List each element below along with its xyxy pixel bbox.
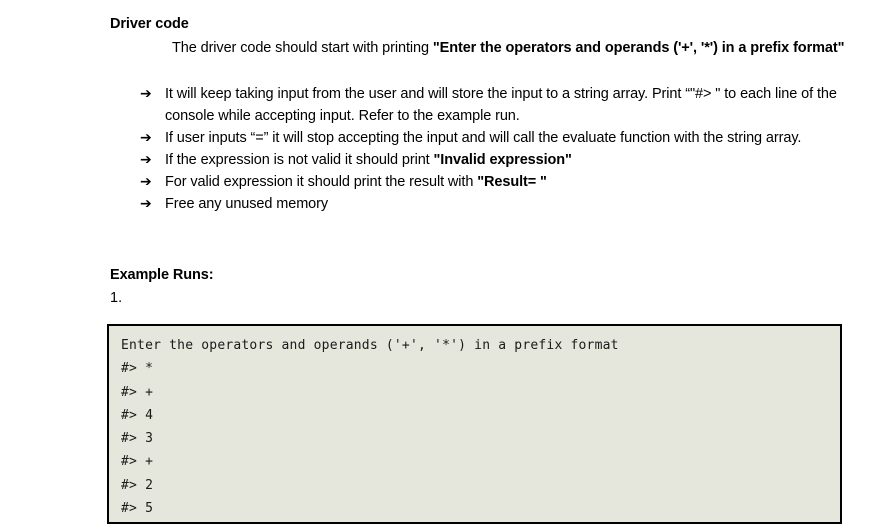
list-item-text-before: If user inputs “=” it will stop acceptin…: [165, 130, 802, 146]
list-item-text-before: Free any unused memory: [165, 196, 329, 212]
list-item: ➔ If user inputs “=” it will stop accept…: [110, 127, 862, 149]
list-item-text: It will keep taking input from the user …: [165, 83, 862, 127]
console-line: #> +: [121, 384, 154, 400]
list-item-text: For valid expression it should print the…: [165, 171, 862, 193]
list-item-text-before: For valid expression it should print the…: [165, 174, 478, 190]
console-line: #> 3: [121, 431, 154, 447]
intro-bold-quote: "Enter the operators and operands ('+', …: [432, 40, 845, 56]
list-item-bold: "Result= ": [477, 174, 547, 190]
console-line: #> 5: [121, 501, 154, 517]
console-line: #> 4: [121, 407, 154, 423]
page-title: Driver code: [110, 16, 189, 32]
console-line: #> *: [121, 361, 154, 377]
examples-heading: Example Runs:: [110, 267, 214, 283]
console-line: Enter the operators and operands ('+', '…: [121, 338, 619, 353]
list-item: ➔ It will keep taking input from the use…: [110, 83, 862, 127]
arrow-right-icon: ➔: [140, 152, 152, 168]
list-item-bold: "Invalid expression": [433, 152, 572, 168]
list-item: ➔ For valid expression it should print t…: [110, 171, 862, 193]
console-output-box: Enter the operators and operands ('+', '…: [107, 324, 842, 524]
intro-lead-text: The driver code should start with printi…: [172, 40, 433, 56]
intro-paragraph: The driver code should start with printi…: [110, 37, 862, 59]
list-item-text: Free any unused memory: [165, 193, 862, 215]
example-number: 1.: [110, 290, 123, 306]
console-line: #> +: [121, 454, 154, 470]
arrow-right-icon: ➔: [140, 196, 152, 212]
list-item: ➔ Free any unused memory: [110, 193, 862, 215]
list-item-text: If user inputs “=” it will stop acceptin…: [165, 127, 862, 149]
arrow-right-icon: ➔: [140, 86, 152, 102]
document-page: Driver code The driver code should start…: [0, 0, 884, 532]
console-line: #> 2: [121, 477, 154, 493]
arrow-right-icon: ➔: [140, 130, 152, 146]
arrow-right-icon: ➔: [140, 174, 152, 190]
list-item-text-before: It will keep taking input from the user …: [165, 86, 837, 124]
list-item-text: If the expression is not valid it should…: [165, 149, 862, 171]
list-item: ➔ If the expression is not valid it shou…: [110, 149, 862, 171]
list-item-text-before: If the expression is not valid it should…: [165, 152, 434, 168]
requirements-list: ➔ It will keep taking input from the use…: [110, 83, 862, 215]
